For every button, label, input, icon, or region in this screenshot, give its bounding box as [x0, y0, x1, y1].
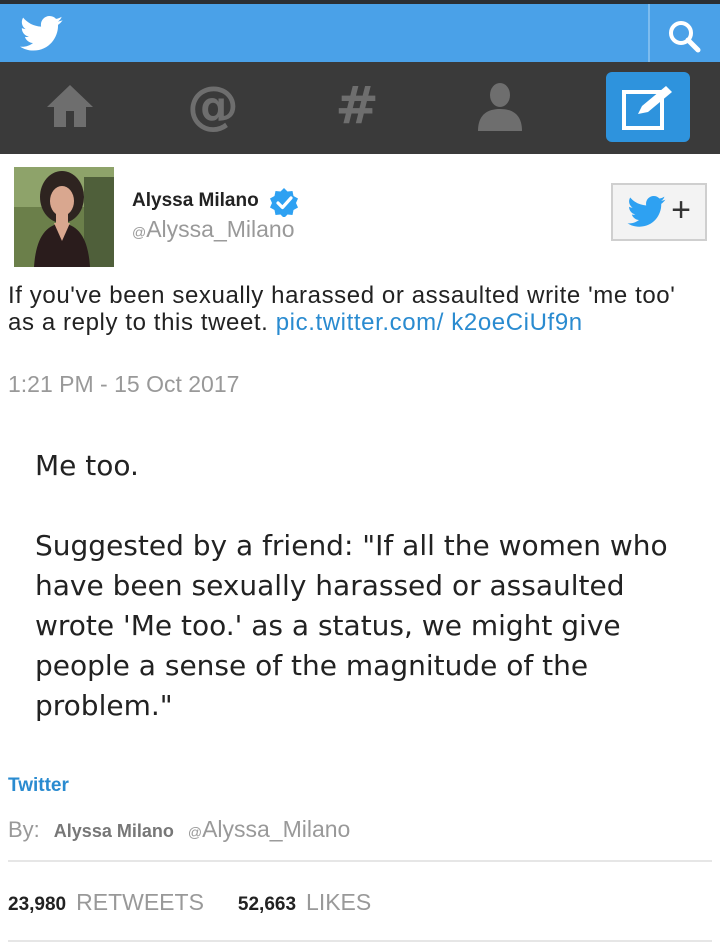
tweet-image[interactable]: Me too. Suggested by a friend: "If all t… [35, 446, 695, 726]
avatar-image [14, 167, 114, 267]
retweets-count: 23,980 [8, 894, 67, 915]
likes-count: 52,663 [237, 894, 297, 915]
divider [8, 860, 712, 862]
plus-icon: + [671, 191, 691, 229]
compose-icon [622, 86, 672, 130]
tweet-text: If you've been sexually harassed or assa… [8, 282, 708, 336]
follow-button[interactable]: + [611, 183, 707, 241]
twitter-bird-icon[interactable] [20, 16, 64, 52]
byline: By: Alyssa Milano @Alyssa_Milano [8, 816, 350, 843]
home-tab[interactable] [40, 76, 100, 136]
hashtag-icon: # [335, 76, 379, 136]
author-handle[interactable]: @Alyssa_Milano [132, 216, 295, 243]
nav-bar: @ # [0, 62, 720, 154]
hashtag-tab[interactable]: # [327, 76, 387, 136]
handle-at: @ [132, 224, 147, 240]
topbar-separator [648, 4, 650, 66]
profile-tab[interactable] [470, 76, 530, 136]
compose-button[interactable] [606, 72, 690, 142]
avatar[interactable] [14, 167, 114, 267]
verified-badge-icon [270, 188, 298, 217]
image-text-line1: Me too. [35, 449, 139, 482]
retweets-stat[interactable]: 23,980 RETWEETS [8, 889, 204, 915]
profile-icon [478, 83, 522, 131]
mentions-icon: @ [187, 76, 239, 136]
by-handle[interactable]: @Alyssa_Milano [188, 816, 351, 842]
mentions-tab[interactable]: @ [183, 76, 243, 136]
twitter-bird-icon [627, 196, 666, 227]
author-name[interactable]: Alyssa Milano [132, 190, 259, 212]
search-icon[interactable] [666, 18, 702, 54]
by-label: By: [8, 817, 40, 842]
home-icon [47, 85, 93, 127]
divider [8, 940, 712, 942]
handle-text: Alyssa_Milano [146, 216, 295, 242]
by-name[interactable]: Alyssa Milano [54, 821, 174, 841]
top-bar [0, 0, 720, 66]
retweets-label: RETWEETS [76, 889, 204, 915]
by-handle-text: Alyssa_Milano [202, 816, 351, 842]
tweet-stats: 23,980 RETWEETS 52,663 LIKES [8, 889, 371, 916]
source-label[interactable]: Twitter [8, 775, 69, 797]
by-handle-at: @ [187, 824, 203, 840]
image-text-line2: Suggested by a friend: "If all the women… [35, 529, 668, 722]
tweet-link[interactable]: pic.twitter.com/ k2oeCiUf9n [276, 309, 583, 336]
tweet-timestamp[interactable]: 1:21 PM - 15 Oct 2017 [8, 371, 239, 398]
likes-stat[interactable]: 52,663 LIKES [237, 889, 371, 915]
likes-label: LIKES [306, 889, 372, 915]
